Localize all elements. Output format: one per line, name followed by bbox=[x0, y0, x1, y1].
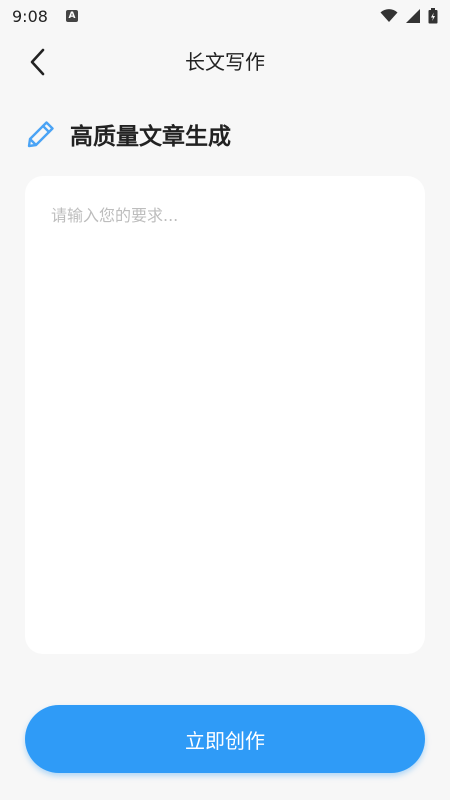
top-bar: 长文写作 bbox=[0, 32, 450, 92]
status-icons bbox=[380, 8, 438, 24]
pencil-icon bbox=[27, 121, 54, 148]
battery-icon bbox=[428, 8, 438, 24]
status-time: 9:08 bbox=[12, 6, 48, 26]
section-title: 高质量文章生成 bbox=[70, 124, 231, 150]
notification-a-icon: A bbox=[65, 10, 78, 22]
signal-icon bbox=[406, 9, 420, 23]
wifi-icon bbox=[380, 9, 398, 22]
requirements-card bbox=[25, 176, 425, 654]
section-heading: 高质量文章生成 bbox=[26, 114, 231, 154]
page-title: 长文写作 bbox=[185, 50, 265, 74]
status-bar: 9:08 A bbox=[0, 0, 450, 32]
create-now-button[interactable]: 立即创作 bbox=[25, 705, 425, 773]
requirements-input[interactable] bbox=[51, 202, 399, 628]
